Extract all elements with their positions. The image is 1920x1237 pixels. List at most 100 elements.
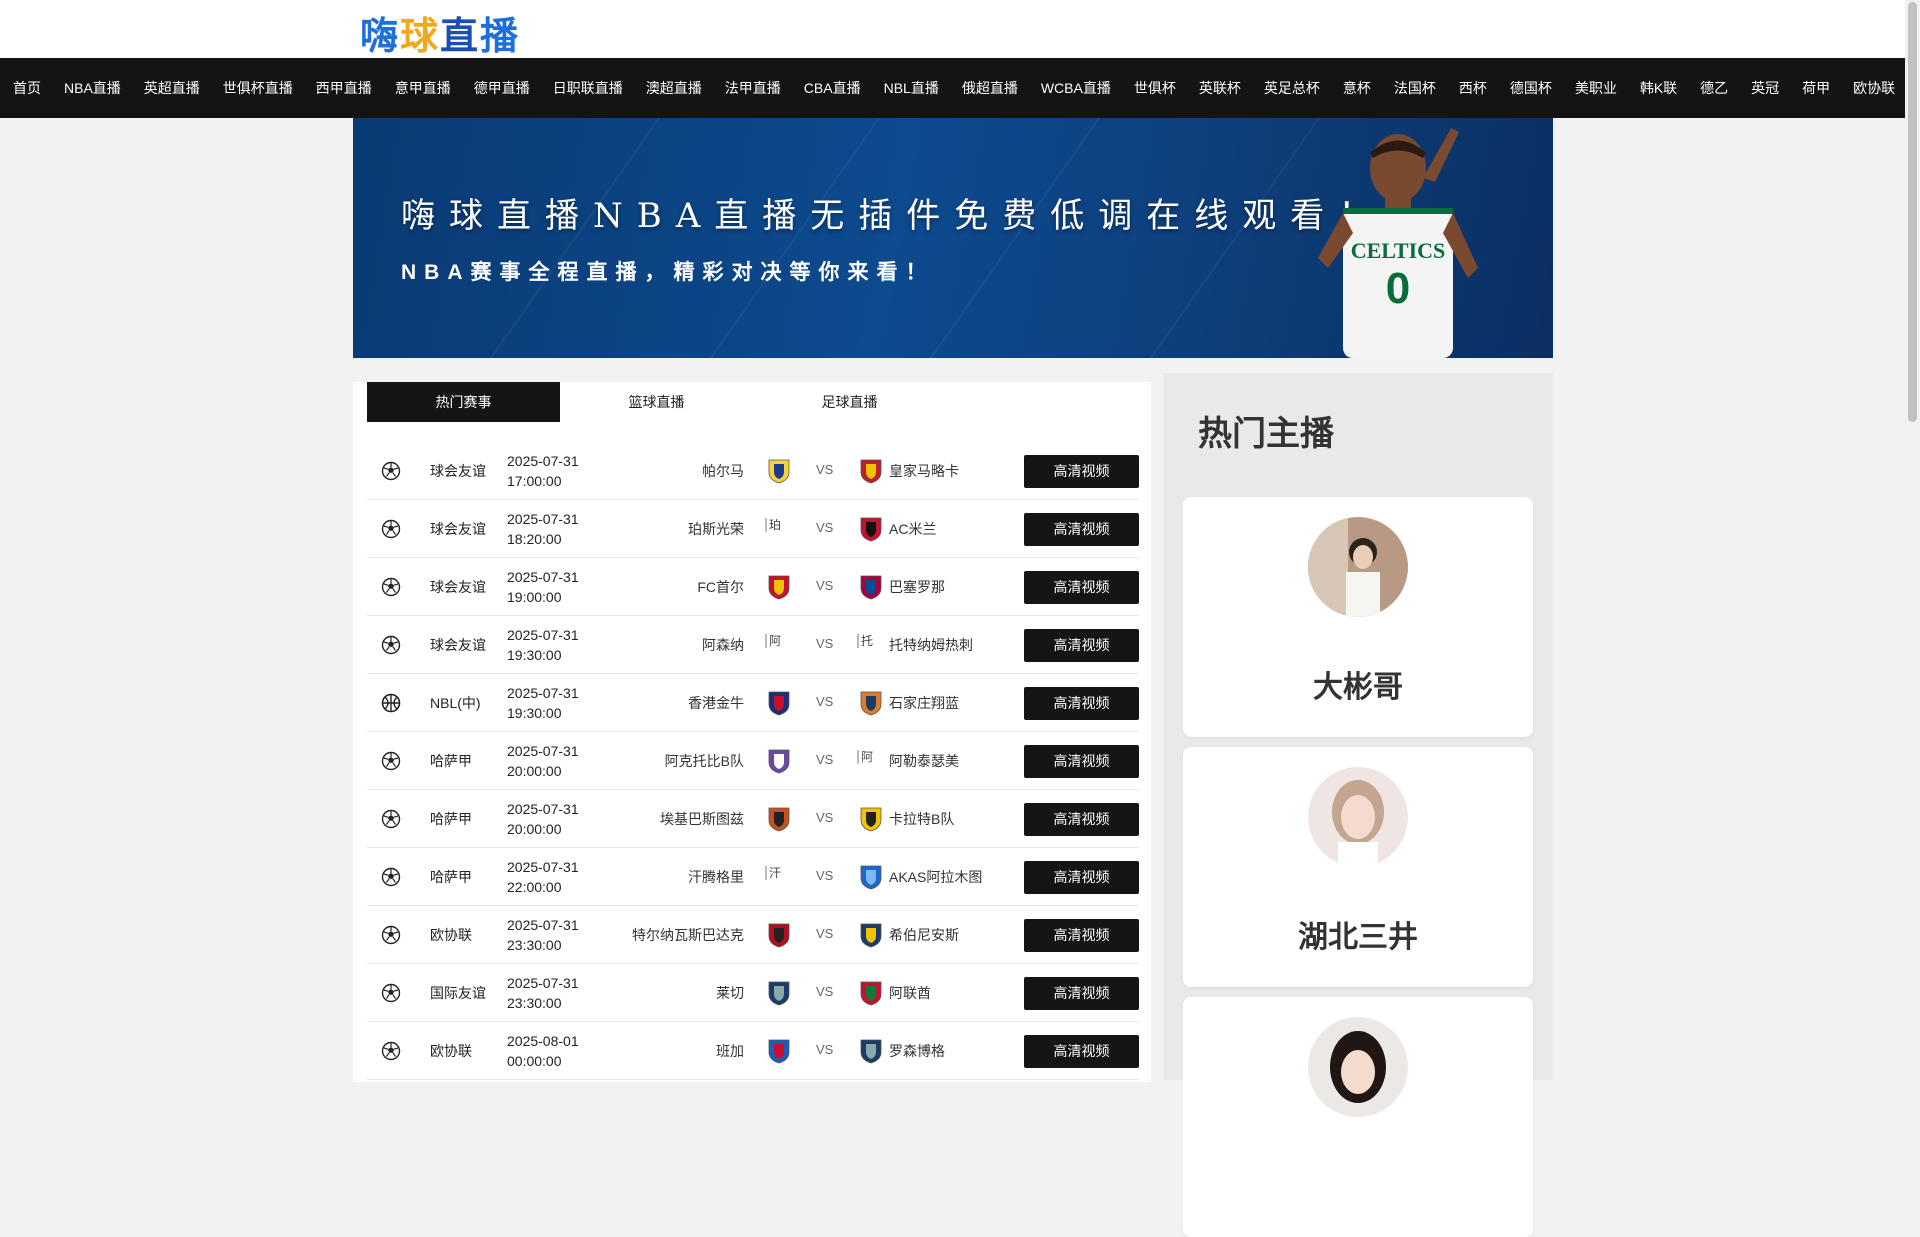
anchor-card[interactable] xyxy=(1183,997,1533,1237)
match-clock: 00:00:00 xyxy=(507,1053,562,1069)
nav-item[interactable]: 世俱杯 xyxy=(1122,58,1187,118)
nav-item[interactable]: 德甲直播 xyxy=(462,58,541,118)
scrollbar-thumb[interactable] xyxy=(1908,2,1917,422)
anchor-card[interactable]: 大彬哥 xyxy=(1183,497,1533,737)
broken-image-icon: 汗 xyxy=(765,866,781,880)
nav-item[interactable]: 荷甲 xyxy=(1791,58,1842,118)
hd-video-button[interactable]: 高清视频 xyxy=(1024,803,1139,836)
match-list: 球会友谊 2025-07-31 17:00:00 帕尔马 VS 皇家马略卡 高清视频 球会友谊… xyxy=(367,442,1139,1080)
hd-video-button[interactable]: 高清视频 xyxy=(1024,919,1139,952)
nav-item[interactable]: 德乙 xyxy=(1689,58,1740,118)
match-time: 2025-07-31 20:00:00 xyxy=(507,741,579,781)
nav-item[interactable]: 西甲直播 xyxy=(304,58,383,118)
panel-title: 热门主播 xyxy=(1198,415,1334,453)
vs-label: VS xyxy=(816,752,834,767)
match-time: 2025-07-31 19:30:00 xyxy=(507,683,579,723)
match-row[interactable]: 球会友谊 2025-07-31 17:00:00 帕尔马 VS 皇家马略卡 高清视频 xyxy=(367,442,1139,500)
nav-item[interactable]: WCBA直播 xyxy=(1029,58,1122,118)
anchor-name: 大彬哥 xyxy=(1313,671,1403,704)
vertical-scrollbar[interactable] xyxy=(1905,0,1920,1080)
tab-football[interactable]: 足球直播 xyxy=(753,382,946,422)
nav-item[interactable]: 西杯 xyxy=(1447,58,1498,118)
nav-item[interactable]: 日职联直播 xyxy=(541,58,634,118)
home-team-logo: 阿 xyxy=(765,632,793,658)
soccer-ball-icon xyxy=(381,1041,401,1061)
match-row[interactable]: NBL(中) 2025-07-31 19:30:00 香港金牛 VS 石家庄翔蓝 高清视频 xyxy=(367,674,1139,732)
league-name: 哈萨甲 xyxy=(430,811,472,827)
away-team-logo: 阿 xyxy=(857,748,885,774)
nav-item[interactable]: 英联杯 xyxy=(1187,58,1252,118)
site-logo[interactable]: 嗨 球 直 播 xyxy=(360,10,520,58)
match-row[interactable]: 哈萨甲 2025-07-31 20:00:00 阿克托比B队 VS 阿 阿勒泰瑟美 高清视频 xyxy=(367,732,1139,790)
match-date: 2025-07-31 xyxy=(507,511,579,527)
soccer-ball-icon xyxy=(381,577,401,597)
nav-item[interactable]: 美职业 xyxy=(1563,58,1628,118)
nav-item[interactable]: CBA直播 xyxy=(792,58,872,118)
match-row[interactable]: 哈萨甲 2025-07-31 20:00:00 埃基巴斯图兹 VS 卡拉特B队 高清视频 xyxy=(367,790,1139,848)
nav-item[interactable]: 法国杯 xyxy=(1382,58,1447,118)
home-team: 埃基巴斯图兹 xyxy=(660,811,744,827)
away-team-logo xyxy=(857,922,885,948)
vs-label: VS xyxy=(816,520,834,535)
match-row[interactable]: 欧协联 2025-08-01 00:00:00 班加 VS 罗森博格 高清视频 xyxy=(367,1022,1139,1080)
anchor-card[interactable]: 湖北三井 xyxy=(1183,747,1533,987)
hd-video-button[interactable]: 高清视频 xyxy=(1024,861,1139,894)
hd-video-button[interactable]: 高清视频 xyxy=(1024,629,1139,662)
nav-item[interactable]: 法甲直播 xyxy=(713,58,792,118)
league-name: 欧协联 xyxy=(430,927,472,943)
away-team: AC米兰 xyxy=(889,521,937,537)
away-team: 巴塞罗那 xyxy=(889,579,945,595)
nav-item[interactable]: 英超直播 xyxy=(132,58,211,118)
match-row[interactable]: 球会友谊 2025-07-31 19:00:00 FC首尔 VS 巴塞罗那 高清视频 xyxy=(367,558,1139,616)
match-time: 2025-08-01 00:00:00 xyxy=(507,1031,579,1071)
away-team-logo xyxy=(857,690,885,716)
home-team-logo xyxy=(765,458,793,484)
home-team-logo xyxy=(765,806,793,832)
nav-item[interactable]: NBL直播 xyxy=(872,58,950,118)
home-team: 汗腾格里 xyxy=(688,869,744,885)
match-clock: 22:00:00 xyxy=(507,879,562,895)
nav-item[interactable]: 德国杯 xyxy=(1498,58,1563,118)
hd-video-button[interactable]: 高清视频 xyxy=(1024,977,1139,1010)
league-name: 球会友谊 xyxy=(430,463,486,479)
logo-char: 播 xyxy=(480,13,521,58)
tab-basketball[interactable]: 篮球直播 xyxy=(560,382,753,422)
vs-label: VS xyxy=(816,694,834,709)
nav-item[interactable]: 意甲直播 xyxy=(383,58,462,118)
nav-item[interactable]: 俄超直播 xyxy=(950,58,1029,118)
match-row[interactable]: 球会友谊 2025-07-31 19:30:00 阿森纳 阿 VS 托 托特纳姆热刺 高清视频 xyxy=(367,616,1139,674)
hd-video-button[interactable]: 高清视频 xyxy=(1024,513,1139,546)
match-date: 2025-07-31 xyxy=(507,975,579,991)
tab-hot[interactable]: 热门赛事 xyxy=(367,382,560,422)
nav-item[interactable]: 世俱杯直播 xyxy=(211,58,304,118)
match-row[interactable]: 欧协联 2025-07-31 23:30:00 特尔纳瓦斯巴达克 VS 希伯尼安斯 高清视频 xyxy=(367,906,1139,964)
away-team-logo xyxy=(857,980,885,1006)
league-name: 哈萨甲 xyxy=(430,753,472,769)
nav-item[interactable]: NBA直播 xyxy=(53,58,133,118)
nav-item[interactable]: 澳超直播 xyxy=(634,58,713,118)
avatar xyxy=(1308,767,1408,867)
home-team-logo xyxy=(765,922,793,948)
nav-item[interactable]: 首页 xyxy=(0,58,53,118)
home-team: 阿克托比B队 xyxy=(664,753,744,769)
vs-label: VS xyxy=(816,868,834,883)
away-team-logo xyxy=(857,458,885,484)
hd-video-button[interactable]: 高清视频 xyxy=(1024,745,1139,778)
hd-video-button[interactable]: 高清视频 xyxy=(1024,455,1139,488)
nav-item[interactable]: 意杯 xyxy=(1331,58,1382,118)
hd-video-button[interactable]: 高清视频 xyxy=(1024,571,1139,604)
home-team-logo xyxy=(765,980,793,1006)
jersey-text: CELTICS xyxy=(1351,238,1446,263)
home-team-logo xyxy=(765,574,793,600)
nav-item[interactable]: 韩K联 xyxy=(1628,58,1688,118)
nav-item[interactable]: 英足总杯 xyxy=(1252,58,1331,118)
match-row[interactable]: 球会友谊 2025-07-31 18:20:00 珀斯光荣 珀 VS AC米兰 高清视频 xyxy=(367,500,1139,558)
nav-item[interactable]: 英冠 xyxy=(1740,58,1791,118)
hd-video-button[interactable]: 高清视频 xyxy=(1024,687,1139,720)
hd-video-button[interactable]: 高清视频 xyxy=(1024,1035,1139,1068)
nav-item[interactable]: 欧协联 xyxy=(1842,58,1905,118)
match-row[interactable]: 国际友谊 2025-07-31 23:30:00 莱切 VS 阿联酋 高清视频 xyxy=(367,964,1139,1022)
away-team: 希伯尼安斯 xyxy=(889,927,959,943)
match-row[interactable]: 哈萨甲 2025-07-31 22:00:00 汗腾格里 汗 VS AKAS阿拉木图 高清视频 xyxy=(367,848,1139,906)
banner-title: 嗨球直播NBA直播无插件免费低调在线观看！ xyxy=(401,196,1387,236)
